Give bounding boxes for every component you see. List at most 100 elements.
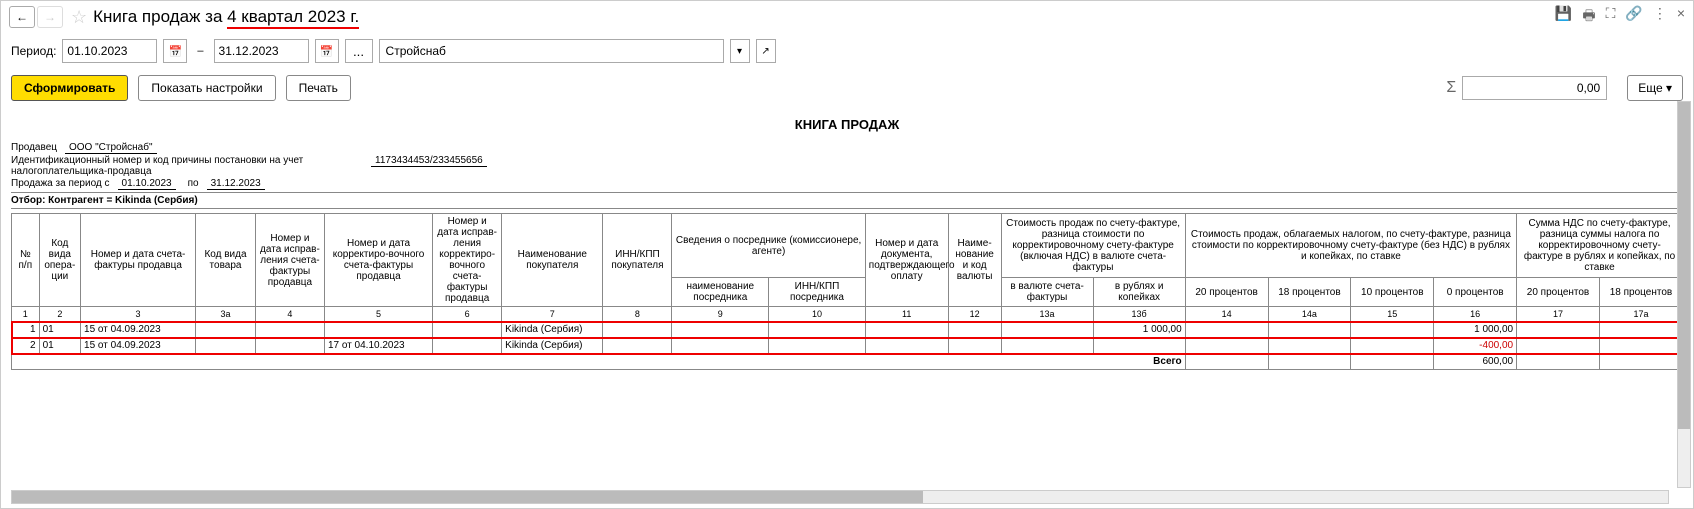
period-label: Период: xyxy=(11,44,56,58)
report-area: КНИГА ПРОДАЖ ПродавецООО "Стройснаб" Иде… xyxy=(1,107,1693,508)
cell-buyer: Kikinda (Сербия) xyxy=(502,338,603,354)
th-kind: Код вида товара xyxy=(196,214,256,307)
close-icon[interactable]: × xyxy=(1677,5,1685,29)
seller-label: Продавец xyxy=(11,142,57,153)
more-icon[interactable]: ⋮ xyxy=(1653,5,1667,29)
th-op: Код вида опера-ции xyxy=(39,214,80,307)
cell-agent2 xyxy=(769,322,866,338)
total-label: Всего xyxy=(12,354,1186,370)
cn-12: 12 xyxy=(948,307,1001,322)
date-from-calendar-icon[interactable]: 📅 xyxy=(163,39,187,63)
cell-inn xyxy=(603,338,672,354)
th-n: № п/п xyxy=(12,214,40,307)
cn-17: 17 xyxy=(1517,307,1600,322)
more-button[interactable]: Еще ▾ xyxy=(1627,75,1683,101)
cell-agent2 xyxy=(769,338,866,354)
cell-p18 xyxy=(1268,338,1351,354)
table-row[interactable]: 10115 от 04.09.2023Kikinda (Сербия)1 000… xyxy=(12,322,1683,338)
show-settings-button[interactable]: Показать настройки xyxy=(138,75,275,101)
favorite-icon[interactable]: ☆ xyxy=(71,7,87,28)
link-icon[interactable]: 🔗 xyxy=(1625,5,1642,29)
th-corr: Номер и дата исправ-ления счета-фактуры … xyxy=(255,214,324,307)
th-cur: Наиме-нование и код валюты xyxy=(948,214,1001,307)
organization-input[interactable] xyxy=(379,39,724,63)
cn-13b: 13б xyxy=(1093,307,1185,322)
period-dash: – xyxy=(197,45,203,57)
cn-15: 15 xyxy=(1351,307,1434,322)
print-icon[interactable]: 🖶 xyxy=(1582,5,1595,29)
vertical-scrollbar[interactable] xyxy=(1677,101,1691,488)
table-row[interactable]: 20115 от 04.09.202317 от 04.10.2023Kikin… xyxy=(12,338,1683,354)
title-prefix: Книга продаж за xyxy=(93,7,227,26)
th-v18: 18 процентов xyxy=(1599,278,1682,307)
inn-value: 1173434453/233455656 xyxy=(371,155,487,167)
cell-p20 xyxy=(1185,338,1268,354)
cn-9: 9 xyxy=(672,307,769,322)
cn-2: 2 xyxy=(39,307,80,322)
cell-p10 xyxy=(1351,322,1434,338)
cell-inn xyxy=(603,322,672,338)
cn-7: 7 xyxy=(502,307,603,322)
total-row: Всего600,00 xyxy=(12,354,1683,370)
preview-icon[interactable]: ⛶ xyxy=(1606,5,1616,29)
th-p0: 0 процентов xyxy=(1434,278,1517,307)
cell-op: 01 xyxy=(39,338,80,354)
th-agent1: наименование посредника xyxy=(672,278,769,307)
cell-corr2 xyxy=(433,338,502,354)
date-from-input[interactable] xyxy=(62,39,157,63)
cell-pay xyxy=(865,338,948,354)
save-icon[interactable]: 💾 xyxy=(1555,5,1572,29)
period-from-value: 01.10.2023 xyxy=(118,178,176,190)
cn-14: 14 xyxy=(1185,307,1268,322)
th-v20: 20 процентов xyxy=(1517,278,1600,307)
cell-p20 xyxy=(1185,322,1268,338)
cn-14a: 14а xyxy=(1268,307,1351,322)
period-picker-button[interactable]: ... xyxy=(345,39,373,63)
cn-5: 5 xyxy=(324,307,432,322)
cell-v18 xyxy=(1599,322,1682,338)
cell-n: 1 xyxy=(12,322,40,338)
cn-10: 10 xyxy=(769,307,866,322)
date-to-input[interactable] xyxy=(214,39,309,63)
cell-p0: -400,00 xyxy=(1434,338,1517,354)
cell-cost1 xyxy=(1001,338,1093,354)
sum-input[interactable] xyxy=(1462,76,1607,100)
title-highlight: 4 квартал 2023 г. xyxy=(227,7,359,29)
organization-dropdown-icon[interactable]: ▾ xyxy=(730,39,750,63)
th-p20: 20 процентов xyxy=(1185,278,1268,307)
horizontal-scrollbar[interactable] xyxy=(11,490,1669,504)
cell-corrd xyxy=(324,322,432,338)
th-pay: Номер и дата документа, подтверждающего … xyxy=(865,214,948,307)
th-sf: Номер и дата счета-фактуры продавца xyxy=(81,214,196,307)
cell-sf: 15 от 04.09.2023 xyxy=(81,322,196,338)
th-agent-group: Сведения о посреднике (комиссионере, аге… xyxy=(672,214,865,278)
cn-16: 16 xyxy=(1434,307,1517,322)
print-button[interactable]: Печать xyxy=(286,75,351,101)
cell-v18 xyxy=(1599,338,1682,354)
th-cost1: в валюте счета-фактуры xyxy=(1001,278,1093,307)
th-agent2: ИНН/КПП посредника xyxy=(769,278,866,307)
cell-cur xyxy=(948,322,1001,338)
cell-kind xyxy=(196,338,256,354)
cn-8: 8 xyxy=(603,307,672,322)
sum-icon[interactable]: Σ xyxy=(1446,79,1456,97)
generate-button[interactable]: Сформировать xyxy=(11,75,128,101)
cell-p18 xyxy=(1268,322,1351,338)
cell-cost1 xyxy=(1001,322,1093,338)
date-to-calendar-icon[interactable]: 📅 xyxy=(315,39,339,63)
inn-label: Идентификационный номер и код причины по… xyxy=(11,155,311,177)
cn-6: 6 xyxy=(433,307,502,322)
nav-back-button[interactable]: ← xyxy=(9,6,35,28)
total-p10 xyxy=(1351,354,1434,370)
organization-open-icon[interactable]: ↗ xyxy=(756,39,776,63)
th-vat-group: Сумма НДС по счету-фактуре, разница сумм… xyxy=(1517,214,1683,278)
seller-value: ООО "Стройснаб" xyxy=(65,142,157,154)
cell-agent1 xyxy=(672,322,769,338)
th-p10: 10 процентов xyxy=(1351,278,1434,307)
sales-book-table: № п/п Код вида опера-ции Номер и дата сч… xyxy=(11,213,1683,370)
nav-forward-button[interactable]: → xyxy=(37,6,63,28)
titlebar: ← → ☆ Книга продаж за 4 квартал 2023 г. … xyxy=(1,1,1693,33)
cell-cur xyxy=(948,338,1001,354)
cell-kind xyxy=(196,322,256,338)
cell-corr xyxy=(255,322,324,338)
